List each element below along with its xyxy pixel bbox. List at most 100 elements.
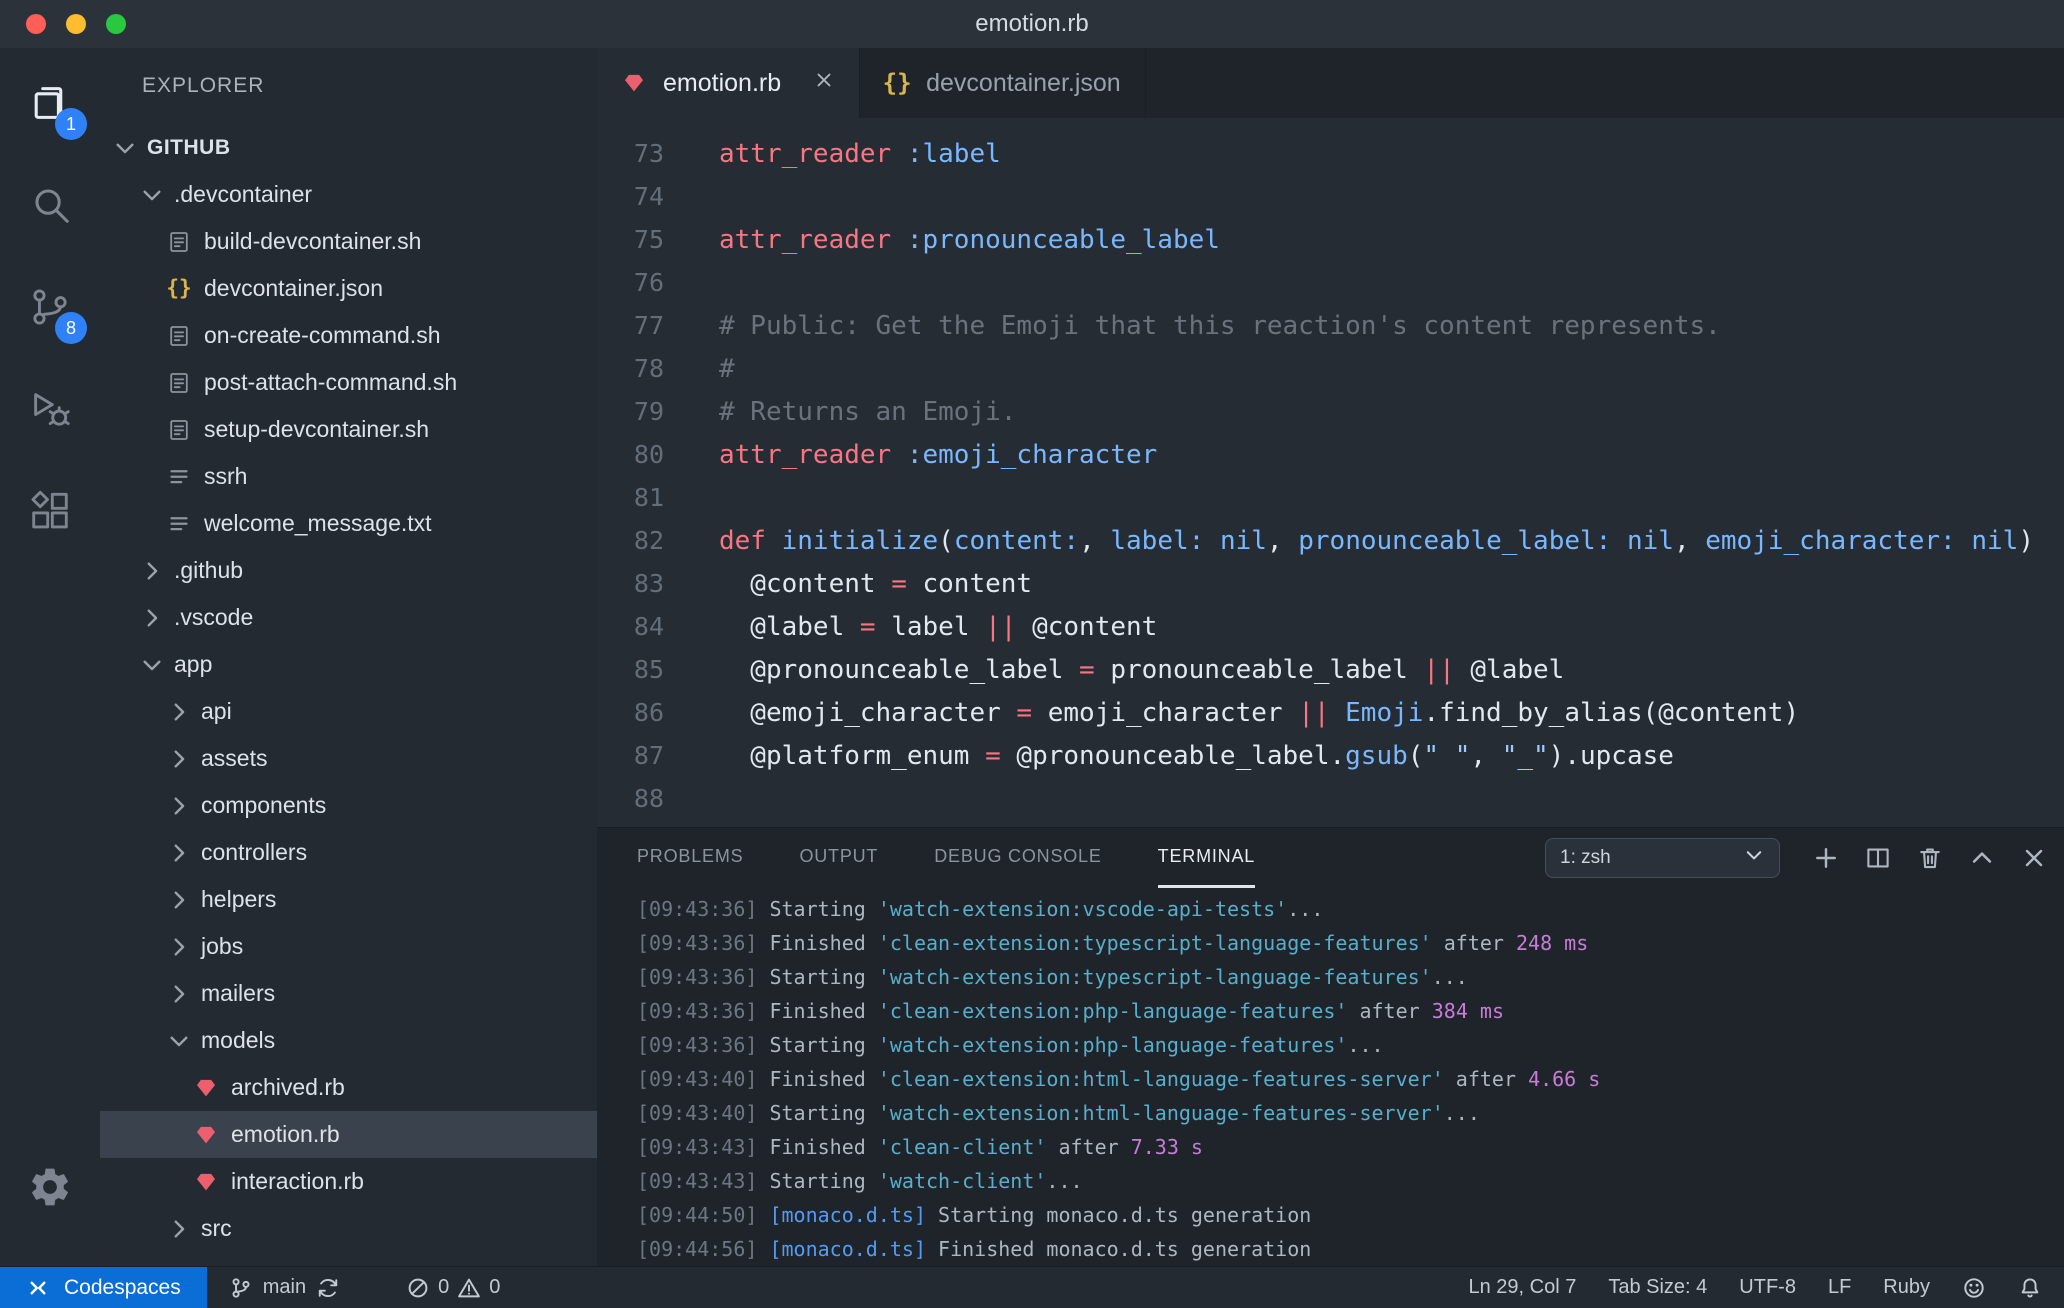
code-line-75[interactable]: 75 attr_reader :pronounceable_label (597, 218, 2064, 261)
code-line-84[interactable]: 84 @label = label || @content (597, 605, 2064, 648)
code-line-80[interactable]: 80 attr_reader :emoji_character (597, 433, 2064, 476)
json-file-icon: {} (882, 69, 912, 97)
activity-item-source-control[interactable]: 8 (0, 258, 100, 360)
activity-item-explorer[interactable]: 1 (0, 54, 100, 156)
ruby-file-icon (193, 1122, 219, 1148)
code-line-79[interactable]: 79 # Returns an Emoji. (597, 390, 2064, 433)
tree-folder-components[interactable]: components (100, 782, 597, 829)
tree-folder-.github[interactable]: .github (100, 547, 597, 594)
fullscreen-window-button[interactable] (106, 14, 126, 34)
terminal-shell-select[interactable]: 1: zsh (1545, 838, 1780, 878)
tree-file-setup-devcontainer.sh[interactable]: setup-devcontainer.sh (100, 406, 597, 453)
tree-folder-.vscode[interactable]: .vscode (100, 594, 597, 641)
code-text: @label = label || @content (719, 611, 1158, 642)
chevron-right-icon (166, 887, 192, 913)
tree-folder-api[interactable]: api (100, 688, 597, 735)
search-icon (27, 182, 73, 233)
minimize-window-button[interactable] (66, 14, 86, 34)
code-line-83[interactable]: 83 @content = content (597, 562, 2064, 605)
branch-indicator[interactable]: main (229, 1276, 340, 1300)
tree-file-ssrh[interactable]: ssrh (100, 453, 597, 500)
code-line-73[interactable]: 73 attr_reader :label (597, 132, 2064, 175)
problems-indicator[interactable]: 0 0 (406, 1276, 500, 1300)
status-bar: Codespaces main 0 0 Ln 29, Col 7 Tab Size… (0, 1266, 2064, 1308)
code-line-81[interactable]: 81 (597, 476, 2064, 519)
tree-file-build-devcontainer.sh[interactable]: build-devcontainer.sh (100, 218, 597, 265)
tree-folder-mailers[interactable]: mailers (100, 970, 597, 1017)
activity-item-search[interactable] (0, 156, 100, 258)
tree-folder-helpers[interactable]: helpers (100, 876, 597, 923)
editor-area: emotion.rb {} devcontainer.json 73 attr_rea… (597, 48, 2064, 1266)
code-line-77[interactable]: 77 # Public: Get the Emoji that this reac… (597, 304, 2064, 347)
line-number: 82 (633, 526, 664, 555)
notifications-bell-icon[interactable] (2018, 1276, 2042, 1300)
tree-folder-GITHUB[interactable]: GITHUB (100, 124, 597, 171)
tree-folder-jobs[interactable]: jobs (100, 923, 597, 970)
code-line-86[interactable]: 86 @emoji_character = emoji_character ||… (597, 691, 2064, 734)
close-window-button[interactable] (26, 14, 46, 34)
code-line-78[interactable]: 78 # (597, 347, 2064, 390)
status-language-mode[interactable]: Ruby (1883, 1276, 1930, 1299)
tree-file-post-attach-command.sh[interactable]: post-attach-command.sh (100, 359, 597, 406)
code-line-76[interactable]: 76 (597, 261, 2064, 304)
feedback-smiley-icon[interactable] (1962, 1276, 1986, 1300)
code-line-88[interactable]: 88 (597, 777, 2064, 820)
close-panel-button[interactable] (2020, 844, 2048, 872)
tree-folder-models[interactable]: models (100, 1017, 597, 1064)
bottom-panel: PROBLEMS OUTPUT DEBUG CONSOLE TERMINAL 1: z… (597, 827, 2064, 1266)
new-terminal-button[interactable] (1812, 844, 1840, 872)
activity-item-run-debug[interactable] (0, 360, 100, 462)
tree-folder-src[interactable]: src (100, 1205, 597, 1252)
tree-folder-.devcontainer[interactable]: .devcontainer (100, 171, 597, 218)
code-text: @emoji_character = emoji_character || Em… (719, 697, 1800, 728)
tree-file-devcontainer.json[interactable]: {} devcontainer.json (100, 265, 597, 312)
split-terminal-button[interactable] (1864, 844, 1892, 872)
panel-tab-output[interactable]: OUTPUT (799, 828, 878, 888)
line-number: 88 (633, 784, 664, 813)
tree-folder-app[interactable]: app (100, 641, 597, 688)
maximize-panel-button[interactable] (1968, 844, 1996, 872)
status-encoding[interactable]: UTF-8 (1739, 1276, 1796, 1299)
status-cursor-position[interactable]: Ln 29, Col 7 (1468, 1276, 1576, 1299)
tree-item-label: mailers (201, 980, 276, 1006)
tree-folder-assets[interactable]: assets (100, 735, 597, 782)
activity-item-settings[interactable] (0, 1138, 100, 1240)
tree-file-archived.rb[interactable]: archived.rb (100, 1064, 597, 1111)
text-file-icon (166, 511, 192, 537)
remote-indicator[interactable]: Codespaces (0, 1267, 207, 1308)
editor-tab-devcontainer.json[interactable]: {} devcontainer.json (860, 48, 1146, 118)
line-number: 86 (633, 698, 664, 727)
code-line-74[interactable]: 74 (597, 175, 2064, 218)
shell-file-icon (166, 323, 192, 349)
window-title: emotion.rb (975, 10, 1089, 37)
workbench: 18 EXPLORER GITHUB .devcontainer build-dev… (0, 48, 2064, 1266)
panel-tab-debug-console[interactable]: DEBUG CONSOLE (934, 828, 1101, 888)
code-line-82[interactable]: 82 def initialize(content:, label: nil, p… (597, 519, 2064, 562)
line-number: 81 (633, 483, 664, 512)
activity-item-extensions[interactable] (0, 462, 100, 564)
tree-file-interaction.rb[interactable]: interaction.rb (100, 1158, 597, 1205)
tree-file-on-create-command.sh[interactable]: on-create-command.sh (100, 312, 597, 359)
chevron-right-icon (166, 981, 192, 1007)
tree-file-emotion.rb[interactable]: emotion.rb (100, 1111, 597, 1158)
json-file-icon: {} (166, 276, 192, 300)
close-tab-button[interactable] (813, 69, 835, 98)
editor-tab-emotion.rb[interactable]: emotion.rb (597, 48, 861, 118)
tree-item-label: post-attach-command.sh (204, 369, 458, 395)
tree-folder-controllers[interactable]: controllers (100, 829, 597, 876)
ruby-file-icon (193, 1169, 219, 1195)
terminal-line: [09:44:56] [monaco.d.ts] Finished monaco… (637, 1237, 1312, 1261)
code-editor[interactable]: 73 attr_reader :label 74 75 attr_reader :pro… (597, 118, 2064, 827)
kill-terminal-button[interactable] (1916, 844, 1944, 872)
panel-tab-terminal[interactable]: TERMINAL (1157, 828, 1256, 888)
tree-item-label: api (201, 698, 232, 724)
chevron-right-icon (166, 793, 192, 819)
terminal-output[interactable]: [09:43:36] Starting 'watch-extension:vsc… (597, 888, 2064, 1266)
code-line-87[interactable]: 87 @platform_enum = @pronounceable_label… (597, 734, 2064, 777)
code-line-85[interactable]: 85 @pronounceable_label = pronounceable_… (597, 648, 2064, 691)
tree-file-welcome_message.txt[interactable]: welcome_message.txt (100, 500, 597, 547)
status-eol[interactable]: LF (1828, 1276, 1851, 1299)
panel-tab-problems[interactable]: PROBLEMS (637, 828, 743, 888)
chevron-right-icon (166, 746, 192, 772)
status-indentation[interactable]: Tab Size: 4 (1608, 1276, 1707, 1299)
